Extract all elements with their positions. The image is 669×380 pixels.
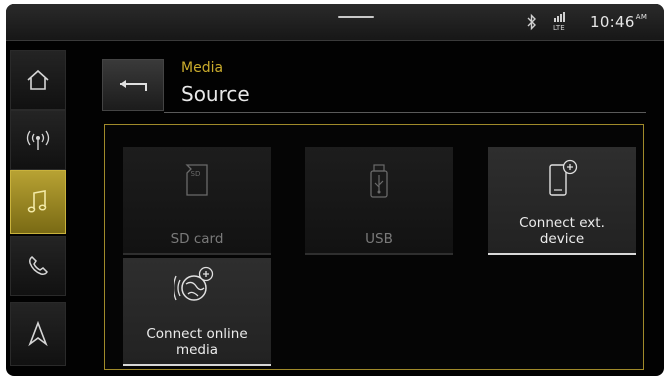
clock: 10:46AM [590,13,647,31]
header-divider [164,112,646,113]
source-connect-online-media-label: Connect online media [123,326,271,358]
back-button[interactable] [102,59,164,111]
clock-ampm: AM [635,13,648,21]
source-usb-label: USB [365,231,393,247]
back-arrow-icon [120,80,147,91]
navigation-arrow-icon [28,321,48,347]
sidebar-item-home[interactable] [10,50,66,110]
music-note-icon [27,190,47,213]
sidebar-item-radio[interactable] [10,110,66,170]
sidebar-item-media[interactable] [10,170,66,234]
source-connect-online-media-tile[interactable]: Connect online media [123,258,271,366]
pull-down-handle[interactable] [338,16,374,18]
status-bar: LTE 10:46AM [6,4,664,41]
usb-icon [370,164,388,198]
label-line-1: Connect ext. [519,215,605,231]
clock-time: 10:46 [590,13,635,31]
radio-antenna-icon [26,130,50,150]
source-connect-ext-device-tile[interactable]: Connect ext. device [488,147,636,255]
source-usb-tile[interactable]: USB [305,147,453,255]
label-line-2: media [175,342,219,358]
source-sd-card-tile[interactable]: SD SD card [123,147,271,255]
network-type: LTE [553,24,565,32]
sidebar-item-phone[interactable] [10,236,66,296]
infotainment-screen: LTE 10:46AM Media Source SD SD card USB … [6,4,664,376]
source-sd-card-label: SD card [170,231,224,247]
source-list-panel: SD SD card USB Connect ext. device Conne… [104,124,644,370]
bluetooth-icon [527,13,536,31]
phone-add-icon [549,159,578,196]
page-title: Source [181,82,250,106]
lte-signal-icon: LTE [553,12,565,32]
breadcrumb-media: Media [181,60,224,76]
source-connect-ext-device-label: Connect ext. device [488,215,636,247]
label-line-1: Connect online [146,326,248,342]
label-line-2: device [539,231,585,247]
online-media-add-icon [174,266,214,301]
home-icon [27,69,49,90]
main-menu-rail [6,42,76,376]
svg-text:SD: SD [191,170,201,178]
sidebar-item-navigation[interactable] [10,302,66,366]
sd-card-icon: SD [185,164,208,196]
phone-icon [29,256,48,275]
